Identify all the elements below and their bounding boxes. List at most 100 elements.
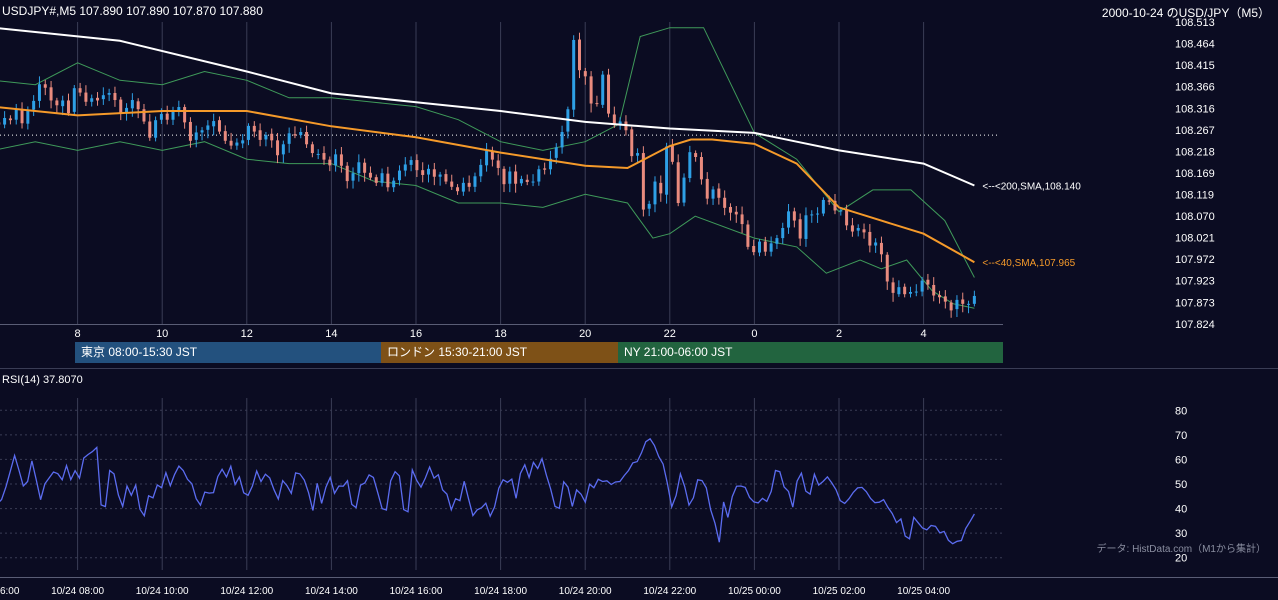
candle-body <box>217 120 221 132</box>
x-tick-label-bottom: 10/24 20:00 <box>559 586 612 597</box>
candle-body <box>949 302 953 311</box>
candle-body <box>438 174 442 177</box>
candle-body <box>514 171 518 184</box>
x-tick-label-bottom: 10/24 08:00 <box>51 586 104 597</box>
y-tick-label: 107.873 <box>1175 298 1215 310</box>
y-tick-label: 108.070 <box>1175 211 1215 223</box>
candle-body <box>357 162 361 174</box>
candle-body <box>171 110 175 120</box>
candle-body <box>310 144 314 154</box>
rsi-tick-label: 50 <box>1175 479 1187 491</box>
y-tick-label: 107.923 <box>1175 276 1215 288</box>
candle-body <box>932 284 936 296</box>
bollinger-lower <box>0 141 975 309</box>
candle-body <box>229 140 233 146</box>
candle-body <box>403 164 407 171</box>
rsi-tick-label: 70 <box>1175 430 1187 442</box>
candle-body <box>682 177 686 203</box>
rsi-panel <box>0 437 975 545</box>
x-tick-label-bottom: 10/25 02:00 <box>813 586 866 597</box>
candle-body <box>694 153 698 158</box>
candle-body <box>641 153 645 210</box>
candle-body <box>444 174 448 182</box>
candle-body <box>560 132 564 148</box>
x-tick-label-top: 12 <box>241 328 253 340</box>
candle-body <box>636 153 640 156</box>
x-tick-label-bottom: 10/25 04:00 <box>897 586 950 597</box>
x-tick-label-top: 2 <box>836 328 842 340</box>
y-tick-label: 108.464 <box>1175 38 1215 50</box>
candle-body <box>183 107 187 123</box>
bollinger-bands <box>0 27 975 309</box>
y-tick-label: 108.415 <box>1175 60 1215 72</box>
candle-body <box>583 71 587 77</box>
candle-body <box>241 140 245 144</box>
candle-body <box>270 133 274 141</box>
sma40-label: <--<40,SMA,107.965 <box>982 258 1075 269</box>
candle-body <box>897 287 901 295</box>
x-tick-label-bottom: 10/25 00:00 <box>728 586 781 597</box>
candle-body <box>508 171 512 184</box>
candle-body <box>601 74 605 105</box>
candle-body <box>14 109 18 120</box>
candle-body <box>101 95 105 100</box>
candle-body <box>299 132 303 136</box>
candle-body <box>119 99 123 113</box>
candle-body <box>903 286 907 295</box>
candle-body <box>72 88 76 112</box>
candle-body <box>154 120 158 138</box>
candle-body <box>200 130 204 133</box>
rsi-line <box>0 437 975 545</box>
candle-body <box>647 203 651 209</box>
candle-body <box>61 100 65 107</box>
y-tick-label: 108.316 <box>1175 103 1215 115</box>
candle-body <box>752 245 756 253</box>
candle-body <box>90 98 94 102</box>
x-tick-label-top: 10 <box>156 328 168 340</box>
candle-body <box>856 228 860 231</box>
candle-body <box>305 132 309 145</box>
x-tick-label-bottom: 10/24 06:00 <box>0 586 20 597</box>
candle-body <box>792 211 796 221</box>
candle-body <box>868 231 872 246</box>
candle-body <box>316 153 320 155</box>
candle-body <box>850 225 854 232</box>
y-tick-label: 108.366 <box>1175 81 1215 93</box>
candle-body <box>595 103 599 105</box>
y-tick-label: 108.267 <box>1175 125 1215 137</box>
candle-body <box>845 210 849 226</box>
x-tick-label-top: 14 <box>325 328 337 340</box>
candle-body <box>676 162 680 204</box>
session-london: ロンドン 15:30-21:00 JST <box>381 342 618 363</box>
candle-body <box>891 282 895 293</box>
candle-body <box>339 154 343 166</box>
candle-body <box>839 210 843 212</box>
price-grid <box>0 22 1278 578</box>
x-tick-label-bottom: 10/24 16:00 <box>390 586 443 597</box>
candle-body <box>705 178 709 199</box>
candle-body <box>519 178 523 184</box>
y-tick-label: 108.119 <box>1175 190 1214 202</box>
x-tick-label-bottom: 10/24 10:00 <box>136 586 189 597</box>
candle-body <box>392 180 396 188</box>
candle-body <box>386 173 390 188</box>
rsi-label: RSI(14) 37.8070 <box>2 374 83 386</box>
candle-body <box>380 173 384 183</box>
candle-body <box>479 164 483 177</box>
candle-body <box>816 213 820 215</box>
candle-body <box>630 129 634 157</box>
candle-body <box>328 159 332 166</box>
candle-body <box>136 101 140 110</box>
candle-body <box>577 39 581 71</box>
candle-body <box>247 125 251 140</box>
candle-body <box>769 243 773 252</box>
y-tick-label: 108.021 <box>1175 233 1215 245</box>
candle-body <box>746 224 750 247</box>
symbol-info: USDJPY#,M5 107.890 107.890 107.870 107.8… <box>2 4 263 18</box>
candle-body <box>775 238 779 244</box>
chart-title: 2000-10-24 のUSD/JPY（M5） <box>1101 6 1270 20</box>
candle-body <box>235 142 239 146</box>
candle-body <box>670 144 674 162</box>
data-credit: データ: HistData.com（M1から集計） <box>1096 544 1266 555</box>
candle-body <box>926 279 930 285</box>
